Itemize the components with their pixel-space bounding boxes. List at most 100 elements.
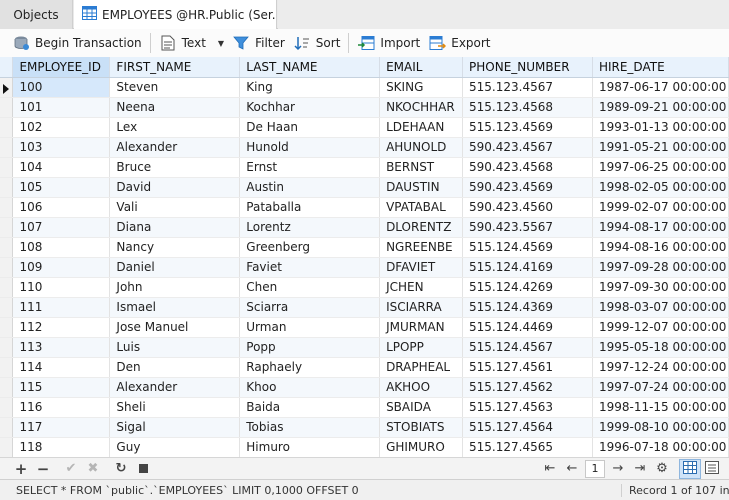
cell-last-name[interactable]: De Haan <box>239 117 381 138</box>
table-row[interactable]: 115 Alexander Khoo AKHOO 515.127.4562 1997-07… <box>0 377 729 398</box>
cell-phone-number[interactable]: 515.124.4169 <box>462 257 593 278</box>
cell-first-name[interactable]: Alexander <box>109 377 241 398</box>
cell-hire-date[interactable]: 1991-05-21 00:00:00 <box>592 137 729 158</box>
cell-last-name[interactable]: King <box>239 77 381 98</box>
column-header-last-name[interactable]: LAST_NAME <box>239 57 381 78</box>
column-header-first-name[interactable]: FIRST_NAME <box>109 57 241 78</box>
cell-employee-id[interactable]: 104 <box>12 157 111 178</box>
table-row[interactable]: 100 Steven King SKING 515.123.4567 1987-06-17… <box>0 77 729 98</box>
cell-hire-date[interactable]: 1994-08-17 00:00:00 <box>592 217 729 238</box>
cell-hire-date[interactable]: 1996-07-18 00:00:00 <box>592 437 729 457</box>
row-selector[interactable] <box>0 297 14 318</box>
cell-email[interactable]: SBAIDA <box>379 397 464 418</box>
cell-email[interactable]: ISCIARRA <box>379 297 464 318</box>
cell-first-name[interactable]: Lex <box>109 117 241 138</box>
cell-first-name[interactable]: Neena <box>109 97 241 118</box>
cell-email[interactable]: DRAPHEAL <box>379 357 464 378</box>
begin-transaction-button[interactable]: Begin Transaction <box>8 31 146 55</box>
row-selector[interactable] <box>0 117 14 138</box>
cell-phone-number[interactable]: 515.127.4565 <box>462 437 593 457</box>
cell-first-name[interactable]: Nancy <box>109 237 241 258</box>
cell-email[interactable]: AHUNOLD <box>379 137 464 158</box>
table-row[interactable]: 110 John Chen JCHEN 515.124.4269 1997-09-30 0… <box>0 277 729 298</box>
cell-last-name[interactable]: Sciarra <box>239 297 381 318</box>
row-selector[interactable] <box>0 257 14 278</box>
cell-last-name[interactable]: Kochhar <box>239 97 381 118</box>
cell-last-name[interactable]: Pataballa <box>239 197 381 218</box>
cell-email[interactable]: GHIMURO <box>379 437 464 457</box>
cell-email[interactable]: DLORENTZ <box>379 217 464 238</box>
table-row[interactable]: 107 Diana Lorentz DLORENTZ 590.423.5567 1994-… <box>0 217 729 238</box>
row-selector[interactable] <box>0 337 14 358</box>
row-selector[interactable] <box>0 137 14 158</box>
discard-changes-button[interactable]: ✖ <box>82 459 104 479</box>
cell-last-name[interactable]: Raphaely <box>239 357 381 378</box>
cell-hire-date[interactable]: 1993-01-13 00:00:00 <box>592 117 729 138</box>
column-header-hire-date[interactable]: HIRE_DATE <box>592 57 729 78</box>
cell-employee-id[interactable]: 115 <box>12 377 111 398</box>
cell-last-name[interactable]: Faviet <box>239 257 381 278</box>
table-row[interactable]: 102 Lex De Haan LDEHAAN 515.123.4569 1993-01-… <box>0 117 729 138</box>
cell-first-name[interactable]: David <box>109 177 241 198</box>
cell-last-name[interactable]: Himuro <box>239 437 381 457</box>
cell-email[interactable]: STOBIATS <box>379 417 464 438</box>
row-selector[interactable] <box>0 217 14 238</box>
cell-email[interactable]: JMURMAN <box>379 317 464 338</box>
settings-button[interactable]: ⚙ <box>651 459 673 479</box>
cell-email[interactable]: NGREENBE <box>379 237 464 258</box>
delete-record-button[interactable]: − <box>32 459 54 479</box>
filter-button[interactable]: Filter <box>228 31 289 55</box>
cell-hire-date[interactable]: 1997-12-24 00:00:00 <box>592 357 729 378</box>
cell-hire-date[interactable]: 1998-11-15 00:00:00 <box>592 397 729 418</box>
cell-email[interactable]: NKOCHHAR <box>379 97 464 118</box>
column-header-employee-id[interactable]: EMPLOYEE_ID <box>12 57 111 78</box>
cell-hire-date[interactable]: 1998-02-05 00:00:00 <box>592 177 729 198</box>
row-selector[interactable] <box>0 277 14 298</box>
table-row[interactable]: 117 Sigal Tobias STOBIATS 515.127.4564 1999-0… <box>0 417 729 438</box>
cell-employee-id[interactable]: 118 <box>12 437 111 457</box>
cell-phone-number[interactable]: 515.123.4567 <box>462 77 593 98</box>
row-selector[interactable] <box>0 197 14 218</box>
cell-phone-number[interactable]: 515.124.4469 <box>462 317 593 338</box>
cell-hire-date[interactable]: 1994-08-16 00:00:00 <box>592 237 729 258</box>
cell-last-name[interactable]: Lorentz <box>239 217 381 238</box>
cell-hire-date[interactable]: 1997-09-30 00:00:00 <box>592 277 729 298</box>
refresh-button[interactable]: ↻ <box>110 459 132 479</box>
cell-hire-date[interactable]: 1989-09-21 00:00:00 <box>592 97 729 118</box>
cell-first-name[interactable]: Jose Manuel <box>109 317 241 338</box>
add-record-button[interactable]: + <box>10 459 32 479</box>
next-page-button[interactable]: → <box>607 459 629 479</box>
cell-phone-number[interactable]: 590.423.4569 <box>462 177 593 198</box>
export-button[interactable]: Export <box>424 31 494 55</box>
cell-last-name[interactable]: Austin <box>239 177 381 198</box>
grid-view-button[interactable] <box>679 458 701 479</box>
cell-employee-id[interactable]: 117 <box>12 417 111 438</box>
row-selector[interactable] <box>0 157 14 178</box>
previous-page-button[interactable]: ← <box>561 459 583 479</box>
cell-first-name[interactable]: Sheli <box>109 397 241 418</box>
cell-employee-id[interactable]: 116 <box>12 397 111 418</box>
cell-first-name[interactable]: Steven <box>109 77 241 98</box>
cell-last-name[interactable]: Greenberg <box>239 237 381 258</box>
cell-first-name[interactable]: Diana <box>109 217 241 238</box>
cell-first-name[interactable]: Bruce <box>109 157 241 178</box>
apply-changes-button[interactable]: ✔ <box>60 459 82 479</box>
cell-employee-id[interactable]: 114 <box>12 357 111 378</box>
text-view-button[interactable]: Text ▼ <box>155 31 228 55</box>
cell-phone-number[interactable]: 590.423.4567 <box>462 137 593 158</box>
cell-hire-date[interactable]: 1997-06-25 00:00:00 <box>592 157 729 178</box>
table-row[interactable]: 103 Alexander Hunold AHUNOLD 590.423.4567 199… <box>0 137 729 158</box>
cell-email[interactable]: DAUSTIN <box>379 177 464 198</box>
row-selector[interactable] <box>0 97 14 118</box>
cell-phone-number[interactable]: 515.124.4269 <box>462 277 593 298</box>
table-row[interactable]: 109 Daniel Faviet DFAVIET 515.124.4169 1997-0… <box>0 257 729 278</box>
cell-employee-id[interactable]: 100 <box>12 77 111 98</box>
cell-first-name[interactable]: Alexander <box>109 137 241 158</box>
cell-phone-number[interactable]: 515.127.4564 <box>462 417 593 438</box>
row-selector[interactable] <box>0 397 14 418</box>
cell-first-name[interactable]: Sigal <box>109 417 241 438</box>
table-row[interactable]: 104 Bruce Ernst BERNST 590.423.4568 1997-06-2… <box>0 157 729 178</box>
row-selector[interactable] <box>0 237 14 258</box>
cell-last-name[interactable]: Tobias <box>239 417 381 438</box>
table-row[interactable]: 118 Guy Himuro GHIMURO 515.127.4565 1996-07-1… <box>0 437 729 457</box>
